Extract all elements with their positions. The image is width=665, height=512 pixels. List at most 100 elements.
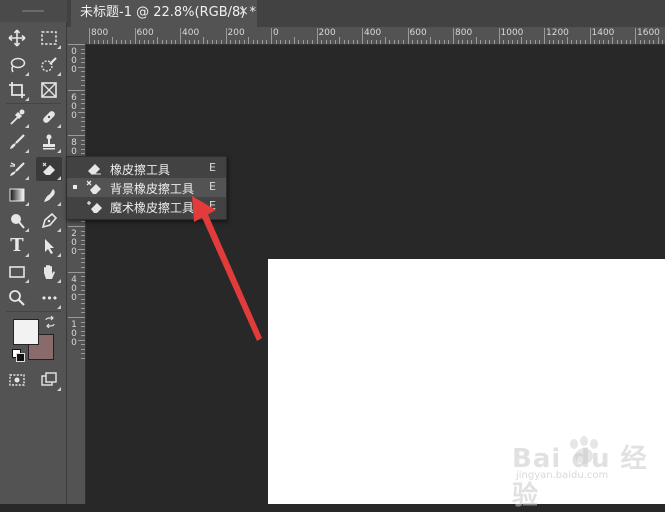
ruler-tick <box>261 40 263 44</box>
ruler-tick <box>193 40 195 44</box>
ruler-tick <box>81 353 85 355</box>
ruler-tick <box>644 40 646 44</box>
ruler-tick <box>116 40 118 44</box>
smudge-tool-icon[interactable] <box>36 183 62 207</box>
ruler-tick <box>157 37 159 44</box>
ruler-tick <box>189 40 191 44</box>
ruler-tick <box>621 40 623 44</box>
ruler-tick <box>280 40 282 44</box>
frame-tool-icon[interactable] <box>36 78 62 102</box>
flyout-item-magic-eraser[interactable]: 魔术橡皮擦工具 E <box>67 197 226 216</box>
eyedropper-tool-icon[interactable] <box>4 105 30 129</box>
clone-stamp-tool-icon[interactable] <box>36 130 62 154</box>
ruler-label: 400 <box>182 28 200 38</box>
ruler-tick <box>78 66 85 68</box>
ruler-tick <box>562 40 564 44</box>
ruler-tick <box>266 40 268 44</box>
shortcut-key: E <box>209 161 216 174</box>
ruler-tick <box>507 40 509 44</box>
ruler-tick <box>475 37 477 44</box>
more-tools-icon[interactable]: ••• <box>36 286 62 310</box>
ruler-tick <box>498 28 500 44</box>
foreground-color-swatch-top[interactable] <box>13 319 39 345</box>
ruler-tick <box>439 40 441 44</box>
swap-colors-icon[interactable] <box>44 315 56 329</box>
ruler-tick <box>594 40 596 44</box>
quick-selection-tool-icon[interactable] <box>36 53 62 77</box>
baidu-watermark: Bai du 经验 jingyan.baidu.com <box>508 434 658 511</box>
background-eraser-icon <box>86 180 103 195</box>
horizontal-ruler[interactable]: 800 600 400 200 0 200 400 600 800 1000 1200 1400 160… <box>67 27 665 45</box>
flyout-item-eraser[interactable]: 橡皮擦工具 E <box>67 159 226 178</box>
ruler-label: 1400 <box>591 28 615 38</box>
ruler-tick <box>648 40 650 44</box>
eraser-tool-icon[interactable] <box>36 157 62 181</box>
ruler-tick <box>207 40 209 44</box>
ruler-tick <box>81 276 85 278</box>
gradient-tool-icon[interactable] <box>4 183 30 207</box>
pen-tool-icon[interactable] <box>36 209 62 233</box>
ruler-tick <box>530 40 532 44</box>
ruler-tick <box>257 40 259 44</box>
dodge-tool-icon[interactable] <box>4 209 30 233</box>
ruler-tick <box>81 239 85 241</box>
ruler-tick <box>81 307 85 309</box>
rectangle-tool-icon[interactable] <box>4 260 30 284</box>
default-colors-icon[interactable] <box>12 349 25 362</box>
ruler-tick <box>81 289 85 291</box>
ruler-tick <box>653 40 655 44</box>
ruler-tick <box>248 37 250 44</box>
ruler-tick <box>534 40 536 44</box>
history-brush-tool-icon[interactable] <box>4 157 30 181</box>
vertical-ruler[interactable]: 00060080000200400100 <box>67 44 86 504</box>
ruler-tick <box>134 28 136 44</box>
marquee-tool-icon[interactable] <box>36 26 62 50</box>
quick-mask-icon[interactable] <box>4 368 30 392</box>
flyout-item-background-eraser[interactable]: 背景橡皮擦工具 E <box>67 178 226 197</box>
crop-tool-icon[interactable] <box>4 78 30 102</box>
ruler-tick <box>81 130 85 132</box>
path-selection-tool-icon[interactable] <box>36 234 62 258</box>
ruler-tick <box>81 62 85 64</box>
ruler-tick <box>184 40 186 44</box>
ruler-tick <box>402 40 404 44</box>
hand-tool-icon[interactable] <box>36 260 62 284</box>
healing-brush-tool-icon[interactable] <box>36 105 62 129</box>
ruler-tick <box>78 248 85 250</box>
zoom-tool-icon[interactable] <box>4 286 30 310</box>
ruler-tick <box>81 244 85 246</box>
ruler-tick <box>339 37 341 44</box>
ruler-tick <box>453 28 454 44</box>
ruler-tick <box>407 28 409 44</box>
ruler-tick <box>639 40 641 44</box>
ruler-tick <box>81 257 85 259</box>
ruler-tick <box>471 40 473 44</box>
ruler-tick <box>603 40 605 44</box>
screen-mode-icon[interactable] <box>36 368 62 392</box>
ruler-tick <box>284 40 286 44</box>
ruler-tick <box>580 40 582 44</box>
lasso-tool-icon[interactable] <box>4 53 30 77</box>
ruler-label: 800 <box>91 28 109 38</box>
ruler-tick <box>68 44 85 45</box>
ruler-tick <box>302 40 304 44</box>
toolbar-divider <box>6 103 61 104</box>
tab-close-button[interactable]: × <box>238 0 249 27</box>
document-tab[interactable]: 未标题-1 @ 22.8%(RGB/8) * <box>71 0 257 27</box>
ruler-tick <box>352 40 354 44</box>
ruler-tick <box>575 40 577 44</box>
type-tool-icon[interactable]: T <box>4 234 30 258</box>
brush-tool-icon[interactable] <box>4 130 30 154</box>
ruler-tick <box>139 40 141 44</box>
ruler-label: 000 <box>71 47 77 75</box>
ruler-tick <box>243 40 245 44</box>
ruler-tick <box>371 40 373 44</box>
ruler-tick <box>89 28 90 44</box>
ruler-tick <box>220 40 222 44</box>
ruler-tick <box>78 294 85 296</box>
ruler-tick <box>129 40 131 44</box>
toolbar-grip[interactable] <box>0 0 67 22</box>
ruler-tick <box>557 40 559 44</box>
move-tool-icon[interactable] <box>4 26 30 50</box>
ruler-tick <box>216 40 218 44</box>
